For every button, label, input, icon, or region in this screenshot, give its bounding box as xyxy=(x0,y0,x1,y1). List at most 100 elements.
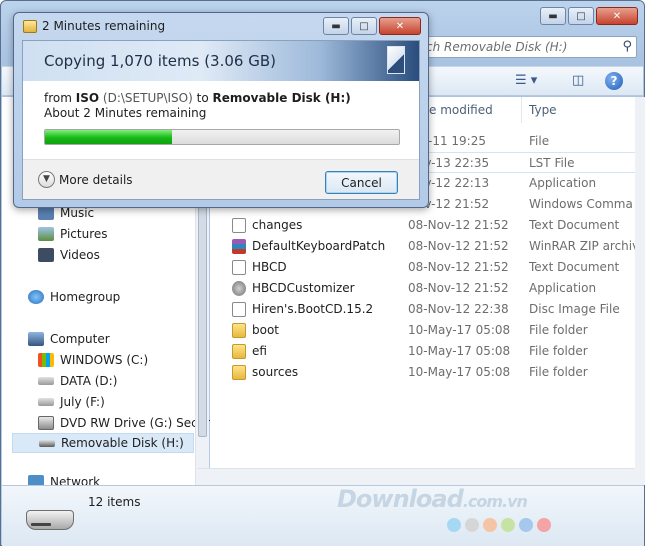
file-type: File xyxy=(529,134,550,148)
file-date: 08-Nov-12 21:52 xyxy=(408,281,509,295)
minimize-button[interactable]: ▬ xyxy=(540,7,566,25)
file-name: sources xyxy=(252,365,299,379)
watermark-dot xyxy=(537,518,551,532)
file-type: Disc Image File xyxy=(529,302,620,316)
nav-item-label: DVD RW Drive (G:) SecurF xyxy=(60,416,218,430)
nav-item-pictures[interactable]: Pictures xyxy=(38,224,108,244)
file-type: File folder xyxy=(529,323,588,337)
nav-item-july-f[interactable]: July (F:) xyxy=(38,392,105,412)
chevron-down-icon: ▼ xyxy=(38,171,55,188)
watermark-dots xyxy=(447,518,551,532)
dialog-close-button[interactable]: ✕ xyxy=(379,17,421,35)
explorer-caption-buttons: ▬ □ ✕ xyxy=(540,7,638,25)
file-type: Windows Comma xyxy=(529,197,633,211)
content-vertical-scrollbar[interactable] xyxy=(635,97,645,485)
watermark-dot xyxy=(483,518,497,532)
file-row[interactable]: sources 10-May-17 05:08 File folder xyxy=(210,362,635,383)
close-button[interactable]: ✕ xyxy=(596,7,638,25)
network-icon xyxy=(28,475,44,485)
more-details-label: More details xyxy=(59,172,133,187)
time-remaining: About 2 Minutes remaining xyxy=(44,106,207,120)
nav-item-computer[interactable]: Computer xyxy=(28,329,110,349)
nav-item-label: July (F:) xyxy=(60,395,105,409)
column-separator[interactable] xyxy=(521,97,522,123)
source-path: (D:\SETUP\ISO) xyxy=(102,91,193,105)
nav-scroll-thumb[interactable] xyxy=(198,207,207,437)
watermark-main: Download xyxy=(337,485,464,513)
text-file-icon xyxy=(232,218,246,233)
file-date: 10-May-17 05:08 xyxy=(408,365,511,379)
file-type: Application xyxy=(529,281,597,295)
dialog-body: Copying 1,070 items (3.06 GB) from ISO (… xyxy=(22,40,420,200)
nav-item-videos[interactable]: Videos xyxy=(38,245,100,265)
progress-fill xyxy=(45,130,173,144)
removable-disk-icon xyxy=(39,439,55,447)
file-row[interactable]: DefaultKeyboardPatch 08-Nov-12 21:52 WinRA… xyxy=(210,236,635,257)
from-word: from xyxy=(44,91,72,105)
copy-summary: Copying 1,070 items (3.06 GB) xyxy=(44,52,276,70)
destination-name[interactable]: Removable Disk (H:) xyxy=(213,91,351,105)
copy-route: from ISO (D:\SETUP\ISO) to Removable Dis… xyxy=(44,91,351,105)
file-row[interactable]: HBCD 08-Nov-12 21:52 Text Document xyxy=(210,257,635,278)
document-icon xyxy=(387,46,405,74)
nav-item-label: Computer xyxy=(50,332,110,346)
column-header-type[interactable]: Type xyxy=(529,103,557,117)
dialog-caption-buttons: ▬ □ ✕ xyxy=(323,17,421,35)
nav-item-label: Removable Disk (H:) xyxy=(61,436,184,450)
nav-item-dvd-g[interactable]: DVD RW Drive (G:) SecurF xyxy=(38,413,217,433)
file-row[interactable]: changes 08-Nov-12 21:52 Text Document xyxy=(210,215,635,236)
source-name[interactable]: ISO xyxy=(76,91,99,105)
dialog-minimize-button[interactable]: ▬ xyxy=(323,17,349,35)
search-icon[interactable]: ⚲ xyxy=(622,39,632,54)
videos-icon xyxy=(38,248,54,262)
watermark-dot xyxy=(447,518,461,532)
nav-item-windows-c[interactable]: WINDOWS (C:) xyxy=(38,350,148,370)
file-name: DefaultKeyboardPatch xyxy=(252,239,386,253)
drive-icon xyxy=(38,377,54,385)
cancel-button[interactable]: Cancel xyxy=(325,171,398,194)
dialog-title: 2 Minutes remaining xyxy=(42,19,166,33)
file-row[interactable]: HBCDCustomizer 08-Nov-12 21:52 Application xyxy=(210,278,635,299)
file-type: Application xyxy=(529,176,597,190)
more-details-button[interactable]: ▼ More details xyxy=(38,171,133,188)
homegroup-icon xyxy=(28,290,44,304)
content-horizontal-scrollbar[interactable] xyxy=(198,468,635,485)
file-row[interactable]: boot 10-May-17 05:08 File folder xyxy=(210,320,635,341)
file-row[interactable]: Hiren's.BootCD.15.2 08-Nov-12 22:38 Disc I… xyxy=(210,299,635,320)
nav-item-label: WINDOWS (C:) xyxy=(60,353,149,367)
removable-disk-large-icon xyxy=(26,510,74,530)
nav-item-label: Pictures xyxy=(60,227,108,241)
column-header-date[interactable]: e modified xyxy=(429,103,493,117)
maximize-button[interactable]: □ xyxy=(568,7,594,25)
change-view-icon[interactable]: ☰ ▾ xyxy=(515,73,537,88)
drive-icon xyxy=(38,398,54,406)
search-input[interactable]: ch Removable Disk (H:) ⚲ xyxy=(419,36,637,58)
nav-item-data-d[interactable]: DATA (D:) xyxy=(38,371,117,391)
to-word: to xyxy=(196,91,209,105)
dialog-footer: ▼ More details Cancel xyxy=(23,159,419,199)
nav-item-label: Homegroup xyxy=(50,290,121,304)
file-name: HBCDCustomizer xyxy=(252,281,355,295)
watermark-suffix: .com.vn xyxy=(462,492,528,511)
nav-item-removable-h[interactable]: Removable Disk (H:) xyxy=(12,433,194,453)
watermark-dot xyxy=(519,518,533,532)
help-icon[interactable]: ? xyxy=(605,72,623,90)
text-file-icon xyxy=(232,260,246,275)
nav-item-network[interactable]: Network xyxy=(28,475,100,485)
file-row[interactable]: efi 10-May-17 05:08 File folder xyxy=(210,341,635,362)
dialog-header: Copying 1,070 items (3.06 GB) xyxy=(23,41,419,81)
dialog-maximize-button[interactable]: □ xyxy=(351,17,377,35)
item-count: 12 items xyxy=(88,495,141,509)
file-date: 08-Nov-12 21:52 xyxy=(408,260,509,274)
folder-icon xyxy=(232,365,246,380)
preview-pane-icon[interactable]: ◫ xyxy=(572,73,584,88)
copy-folder-icon xyxy=(23,20,37,33)
dvd-drive-icon xyxy=(38,416,54,430)
winrar-icon xyxy=(232,239,246,254)
file-date: 08-Nov-12 21:52 xyxy=(408,218,509,232)
nav-item-homegroup[interactable]: Homegroup xyxy=(28,287,120,307)
disc-image-icon xyxy=(232,302,246,317)
folder-icon xyxy=(232,323,246,338)
nav-item-label: Network xyxy=(50,475,101,485)
watermark-dot xyxy=(501,518,515,532)
